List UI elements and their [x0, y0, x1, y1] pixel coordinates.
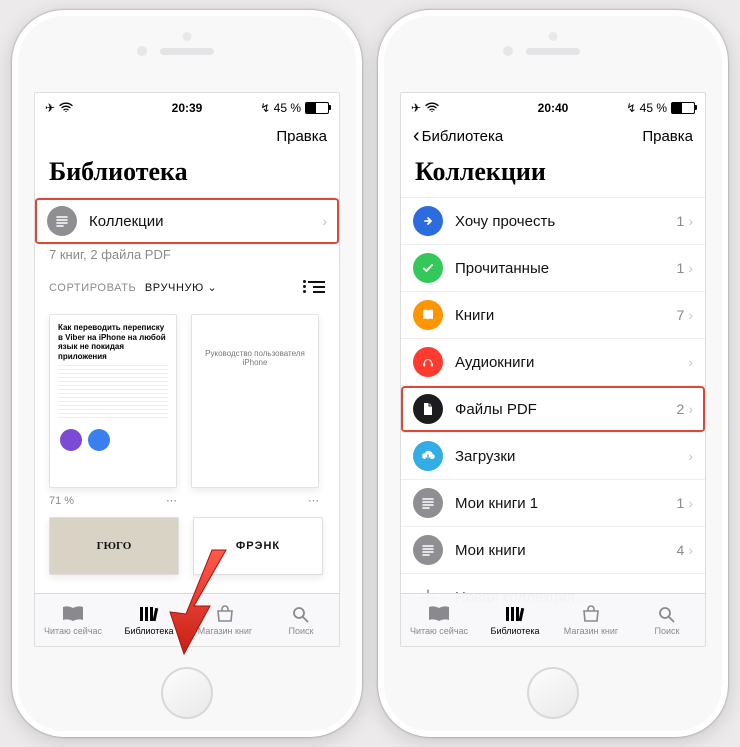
collection-label: Аудиокниги [455, 354, 684, 371]
book-grid-row-2: ГЮГО ФРЭНК [35, 507, 339, 575]
battery-icon [305, 102, 329, 114]
chevron-down-icon: ⌄ [207, 282, 217, 294]
back-button[interactable]: ‹Библиотека [413, 126, 503, 146]
book-grid: Как переводить переписку в Viber на iPho… [35, 306, 339, 507]
collection-row[interactable]: Файлы PDF2› [401, 386, 705, 433]
status-bar: ✈︎ 20:40 ↯ 45 % [401, 93, 705, 119]
collection-label: Хочу прочесть [455, 213, 677, 230]
tab-bar: Читаю сейчас Библиотека Магазин книг Пои… [401, 593, 705, 646]
collection-label: Мои книги [455, 542, 677, 559]
edit-button[interactable]: Правка [642, 128, 693, 145]
status-time: 20:39 [35, 101, 339, 115]
chevron-right-icon: › [322, 213, 327, 229]
tab-library[interactable]: Библиотека [477, 594, 553, 646]
collection-icon [413, 347, 443, 377]
nav-bar: Правка [35, 119, 339, 153]
tab-store[interactable]: Магазин книг [187, 594, 263, 646]
collection-icon [413, 253, 443, 283]
book-item[interactable]: Как переводить переписку в Viber на iPho… [49, 314, 177, 507]
nav-bar: ‹Библиотека Правка [401, 119, 705, 153]
collection-count: 1 [677, 260, 685, 276]
page-title: Библиотека [35, 153, 339, 197]
battery-icon [671, 102, 695, 114]
collection-label: Прочитанные [455, 260, 677, 277]
list-view-icon[interactable] [303, 279, 325, 295]
phone-right: ✈︎ 20:40 ↯ 45 % ‹Библиотека Правка Колле… [378, 10, 728, 737]
chevron-right-icon: › [688, 260, 693, 276]
tab-reading-now[interactable]: Читаю сейчас [35, 594, 111, 646]
collection-row[interactable]: Хочу прочесть1› [401, 197, 705, 245]
book-item[interactable]: ГЮГО [49, 517, 179, 575]
collection-row[interactable]: Мои книги4› [401, 527, 705, 573]
collections-icon [47, 206, 77, 236]
collection-row[interactable]: Аудиокниги› [401, 339, 705, 386]
tab-library[interactable]: Библиотека [111, 594, 187, 646]
chevron-right-icon: › [688, 354, 693, 370]
chevron-left-icon: ‹ [413, 126, 420, 146]
chevron-right-icon: › [688, 542, 693, 558]
collection-count: 1 [677, 495, 685, 511]
chevron-right-icon: › [688, 213, 693, 229]
sort-bar: СОРТИРОВАТЬ ВРУЧНУЮ ⌄ [35, 272, 339, 306]
collection-icon [413, 206, 443, 236]
chevron-right-icon: › [688, 448, 693, 464]
book-item[interactable]: ФРЭНК [193, 517, 323, 575]
tab-search[interactable]: Поиск [629, 594, 705, 646]
collections-label: Коллекции [89, 213, 322, 230]
tab-bar: Читаю сейчас Библиотека Магазин книг Пои… [35, 593, 339, 646]
page-title: Коллекции [401, 153, 705, 197]
collection-count: 2 [677, 401, 685, 417]
sort-control[interactable]: СОРТИРОВАТЬ ВРУЧНУЮ ⌄ [49, 278, 217, 296]
collection-icon [413, 488, 443, 518]
home-button[interactable] [527, 667, 579, 719]
collection-row[interactable]: Мои книги 11› [401, 480, 705, 527]
collection-row[interactable]: Загрузки› [401, 433, 705, 480]
collection-row[interactable]: Прочитанные1› [401, 245, 705, 292]
collection-icon [413, 535, 443, 565]
screen-collections: ✈︎ 20:40 ↯ 45 % ‹Библиотека Правка Колле… [400, 92, 706, 647]
collection-label: Загрузки [455, 448, 684, 465]
tab-search[interactable]: Поиск [263, 594, 339, 646]
collection-count: 1 [677, 213, 685, 229]
book-progress: 71 % [49, 495, 74, 507]
collection-label: Файлы PDF [455, 401, 677, 418]
status-time: 20:40 [401, 101, 705, 115]
collection-icon [413, 300, 443, 330]
more-icon[interactable]: ⋯ [308, 494, 319, 507]
tab-reading-now[interactable]: Читаю сейчас [401, 594, 477, 646]
chevron-right-icon: › [688, 495, 693, 511]
status-bar: ✈︎ 20:39 ↯ 45 % [35, 93, 339, 119]
chevron-right-icon: › [688, 307, 693, 323]
library-summary: 7 книг, 2 файла PDF [35, 245, 339, 272]
collection-count: 7 [677, 307, 685, 323]
more-icon[interactable]: ⋯ [166, 494, 177, 507]
collection-icon [413, 441, 443, 471]
book-item[interactable]: Руководство пользователя iPhone ⋯ [191, 314, 319, 507]
collection-label: Книги [455, 307, 677, 324]
home-button[interactable] [161, 667, 213, 719]
edit-button[interactable]: Правка [276, 128, 327, 145]
collection-icon [413, 394, 443, 424]
collections-list: Хочу прочесть1›Прочитанные1›Книги7›Аудио… [401, 197, 705, 573]
phone-left: ✈︎ 20:39 ↯ 45 % Правка Библиотека [12, 10, 362, 737]
collection-count: 4 [677, 542, 685, 558]
collections-row[interactable]: Коллекции › [35, 197, 339, 245]
two-phone-stage: Яблык ✈︎ 20:39 ↯ 45 % [0, 0, 740, 747]
chevron-right-icon: › [688, 401, 693, 417]
collection-row[interactable]: Книги7› [401, 292, 705, 339]
collection-label: Мои книги 1 [455, 495, 677, 512]
tab-store[interactable]: Магазин книг [553, 594, 629, 646]
screen-library: ✈︎ 20:39 ↯ 45 % Правка Библиотека [34, 92, 340, 647]
